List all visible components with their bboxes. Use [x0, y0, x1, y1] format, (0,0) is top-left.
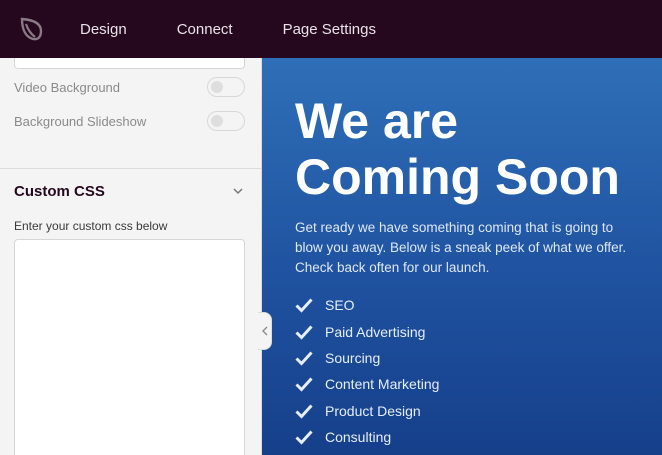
feature-item: SEO — [295, 292, 439, 318]
section-divider — [0, 168, 262, 169]
feature-item: Consulting — [295, 424, 439, 450]
feature-item: Product Design — [295, 398, 439, 424]
feature-item: Paid Advertising — [295, 318, 439, 344]
partial-input-field[interactable] — [14, 58, 245, 69]
seedprod-logo-icon[interactable] — [17, 15, 45, 43]
headline-line-2: Coming Soon — [295, 149, 620, 205]
background-slideshow-row: Background Slideshow — [14, 111, 245, 131]
collapse-sidebar-handle[interactable] — [258, 312, 272, 350]
nav-page-settings[interactable]: Page Settings — [283, 21, 376, 38]
feature-label: Product Design — [325, 402, 421, 419]
video-background-toggle[interactable] — [207, 77, 245, 97]
checkmark-icon — [295, 404, 313, 419]
nav-design[interactable]: Design — [80, 21, 127, 38]
checkmark-icon — [295, 298, 313, 313]
checkmark-icon — [295, 351, 313, 366]
feature-label: SEO — [325, 297, 355, 314]
toggle-knob — [211, 115, 223, 127]
page-headline: We are Coming Soon — [295, 93, 620, 205]
video-background-label: Video Background — [14, 79, 121, 95]
feature-item: Content Marketing — [295, 371, 439, 397]
nav-connect[interactable]: Connect — [177, 21, 233, 38]
custom-css-hint: Enter your custom css below — [14, 219, 168, 233]
feature-label: Sourcing — [325, 349, 381, 366]
video-background-row: Video Background — [14, 77, 245, 97]
feature-label: Consulting — [325, 429, 392, 446]
chevron-left-icon — [261, 326, 267, 336]
top-nav-bar: Design Connect Page Settings — [0, 0, 662, 58]
page-preview: We are Coming Soon Get ready we have som… — [262, 58, 662, 455]
feature-label: Paid Advertising — [325, 323, 426, 340]
feature-item: Sourcing — [295, 345, 439, 371]
feature-label: Content Marketing — [325, 376, 440, 393]
background-slideshow-toggle[interactable] — [207, 111, 245, 131]
chevron-down-icon[interactable] — [231, 184, 245, 198]
custom-css-textarea[interactable] — [14, 239, 245, 455]
headline-line-1: We are — [295, 93, 459, 149]
feature-list: SEO Paid Advertising Sourcing Content Ma… — [295, 292, 439, 450]
background-slideshow-label: Background Slideshow — [14, 113, 147, 129]
custom-css-section-header[interactable]: Custom CSS — [14, 180, 245, 202]
custom-css-title: Custom CSS — [14, 182, 105, 200]
checkmark-icon — [295, 377, 313, 393]
checkmark-icon — [295, 430, 313, 445]
checkmark-icon — [295, 325, 313, 340]
settings-sidebar: Video Background Background Slideshow Cu… — [0, 58, 262, 455]
toggle-knob — [211, 81, 223, 93]
page-subtext: Get ready we have something coming that … — [295, 220, 627, 275]
